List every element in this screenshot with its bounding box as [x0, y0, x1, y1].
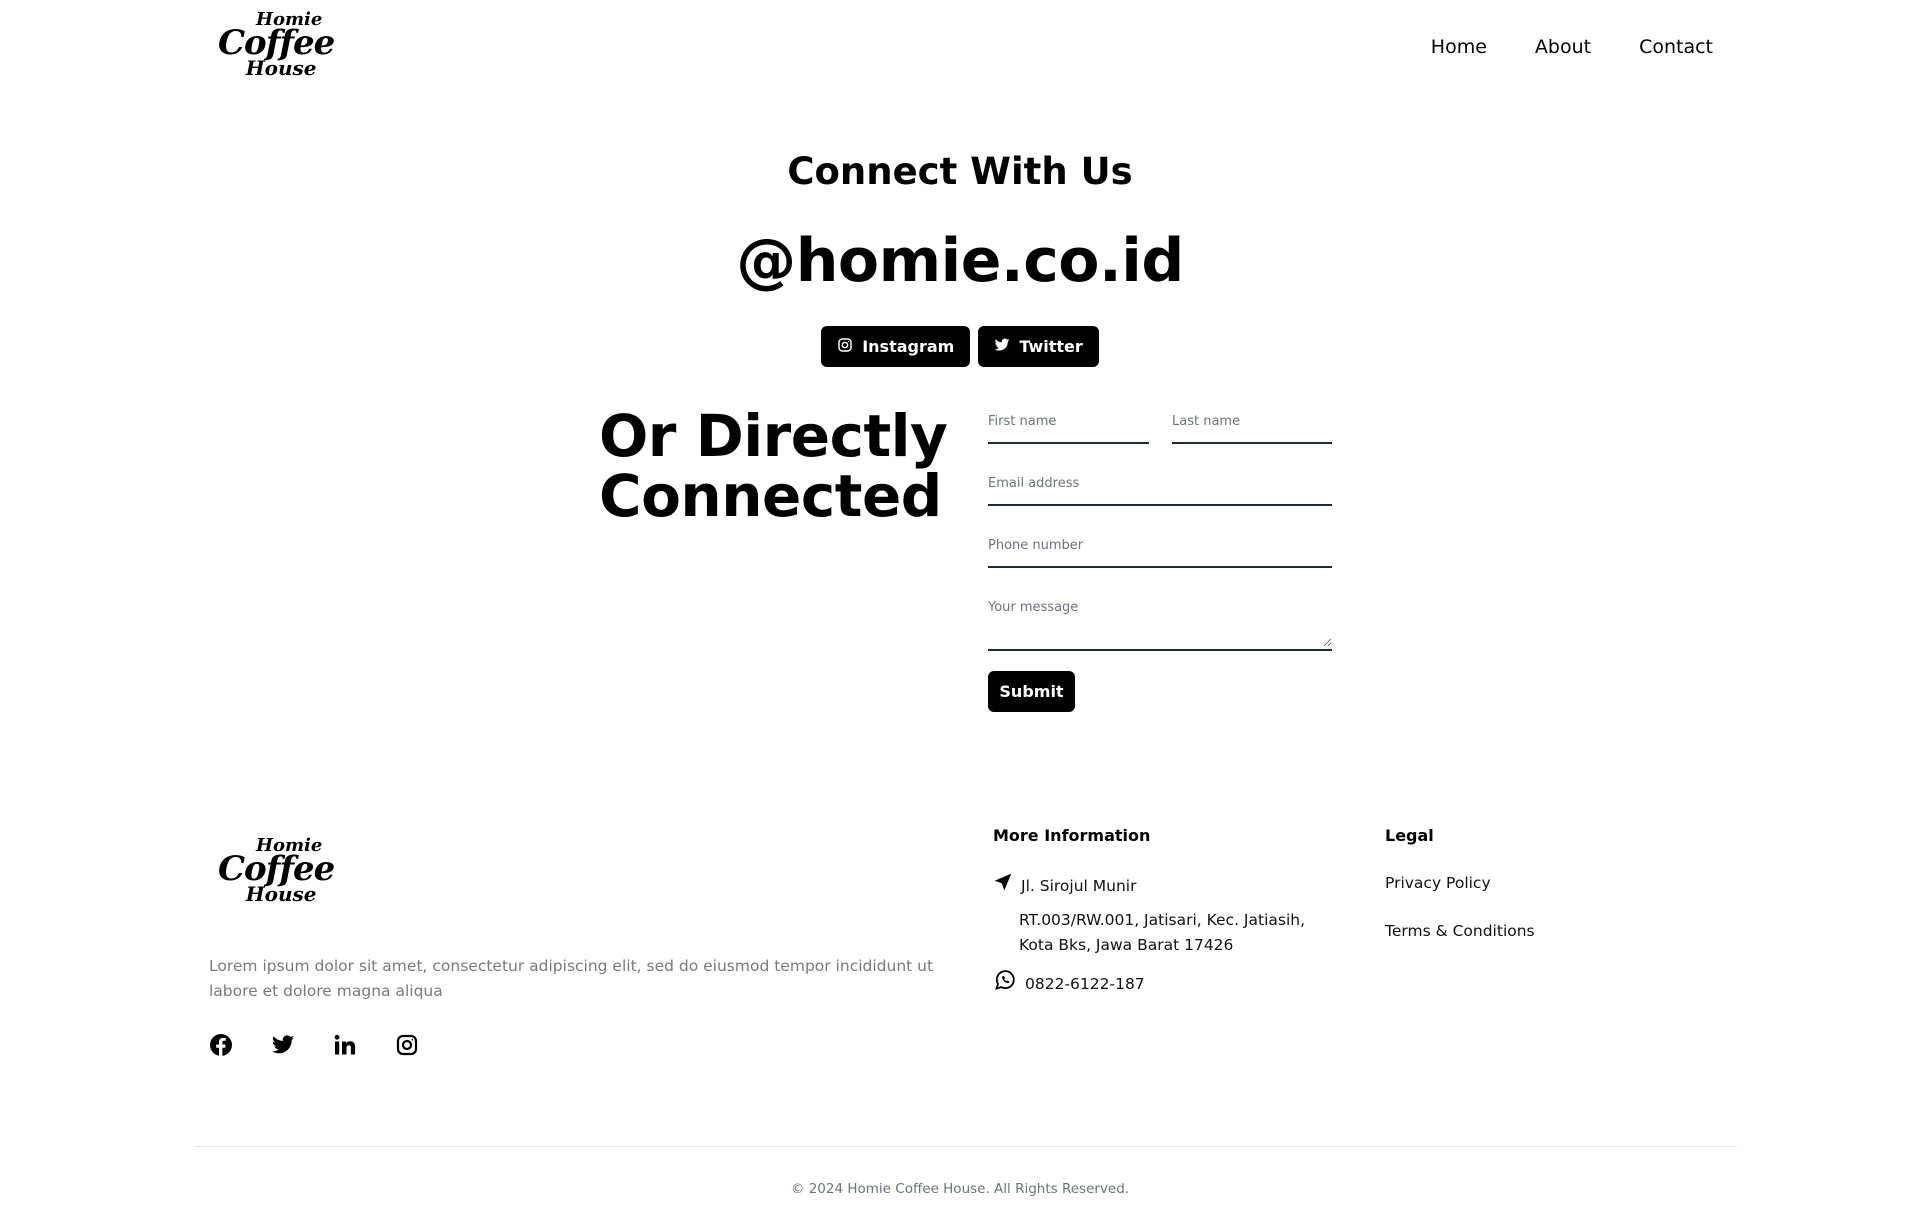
logo-line-2: Coffee	[218, 23, 335, 64]
social-handle: @homie.co.id	[736, 226, 1184, 296]
footer-divider	[194, 1146, 1737, 1147]
instagram-icon[interactable]	[395, 1033, 419, 1057]
phone-wrapper	[988, 534, 1332, 568]
copyright-text: © 2024 Homie Coffee House. All Rights Re…	[790, 1181, 1130, 1197]
footer-logo-line-3: House	[245, 881, 317, 906]
direct-title-line-1: Or Directly	[599, 402, 948, 470]
direct-connect-title: Or Directly Connected	[599, 406, 948, 526]
social-buttons: Instagram Twitter	[0, 326, 1920, 367]
nav-home-link[interactable]: Home	[1431, 36, 1487, 58]
phone-input[interactable]	[988, 534, 1332, 553]
location-arrow-icon	[993, 872, 1013, 900]
main-nav: Home About Contact	[1431, 36, 1713, 58]
first-name-wrapper	[988, 410, 1149, 444]
address-line-2: RT.003/RW.001, Jatisari, Kec. Jatiasih, …	[1019, 911, 1306, 954]
phone-row: 0822-6122-187	[993, 968, 1145, 1000]
nav-contact-link[interactable]: Contact	[1639, 36, 1713, 58]
direct-title-line-2: Connected	[599, 462, 942, 530]
address-line-1-row: Jl. Sirojul Munir	[993, 872, 1136, 900]
footer-logo-line-2: Coffee	[218, 849, 335, 890]
address-line-1: Jl. Sirojul Munir	[1021, 876, 1137, 895]
legal-title: Legal	[1385, 826, 1434, 845]
twitter-button-label: Twitter	[1019, 337, 1083, 356]
page: Homie Coffee House Home About Contact Co…	[0, 0, 1920, 1210]
message-textarea[interactable]	[988, 596, 1332, 647]
more-info-title: More Information	[993, 826, 1151, 845]
facebook-icon[interactable]	[209, 1033, 233, 1057]
instagram-button[interactable]: Instagram	[821, 326, 971, 367]
footer-logo[interactable]: Homie Coffee House	[218, 836, 335, 906]
instagram-button-label: Instagram	[862, 337, 955, 356]
header-logo[interactable]: Homie Coffee House	[218, 10, 335, 80]
phone-number: 0822-6122-187	[1025, 974, 1145, 993]
privacy-policy-link[interactable]: Privacy Policy	[1385, 874, 1491, 892]
last-name-wrapper	[1172, 410, 1332, 444]
site-header: Homie Coffee House Home About Contact	[0, 0, 1920, 100]
twitter-icon	[994, 337, 1010, 357]
whatsapp-icon	[993, 968, 1017, 1000]
nav-about-link[interactable]: About	[1535, 36, 1591, 58]
instagram-icon	[837, 337, 853, 357]
connect-title: Connect With Us	[787, 150, 1133, 193]
first-name-input[interactable]	[988, 410, 1149, 429]
footer-description: Lorem ipsum dolor sit amet, consectetur …	[209, 957, 934, 1000]
footer-social-links	[209, 1033, 419, 1057]
last-name-input[interactable]	[1172, 410, 1332, 429]
submit-button[interactable]: Submit	[988, 671, 1075, 712]
email-input[interactable]	[988, 472, 1332, 491]
email-wrapper	[988, 472, 1332, 506]
message-wrapper	[988, 596, 1332, 651]
twitter-icon[interactable]	[271, 1033, 295, 1057]
logo-line-3: House	[245, 55, 317, 80]
twitter-button[interactable]: Twitter	[978, 326, 1099, 367]
terms-conditions-link[interactable]: Terms & Conditions	[1385, 922, 1535, 940]
linkedin-icon[interactable]	[333, 1033, 357, 1057]
